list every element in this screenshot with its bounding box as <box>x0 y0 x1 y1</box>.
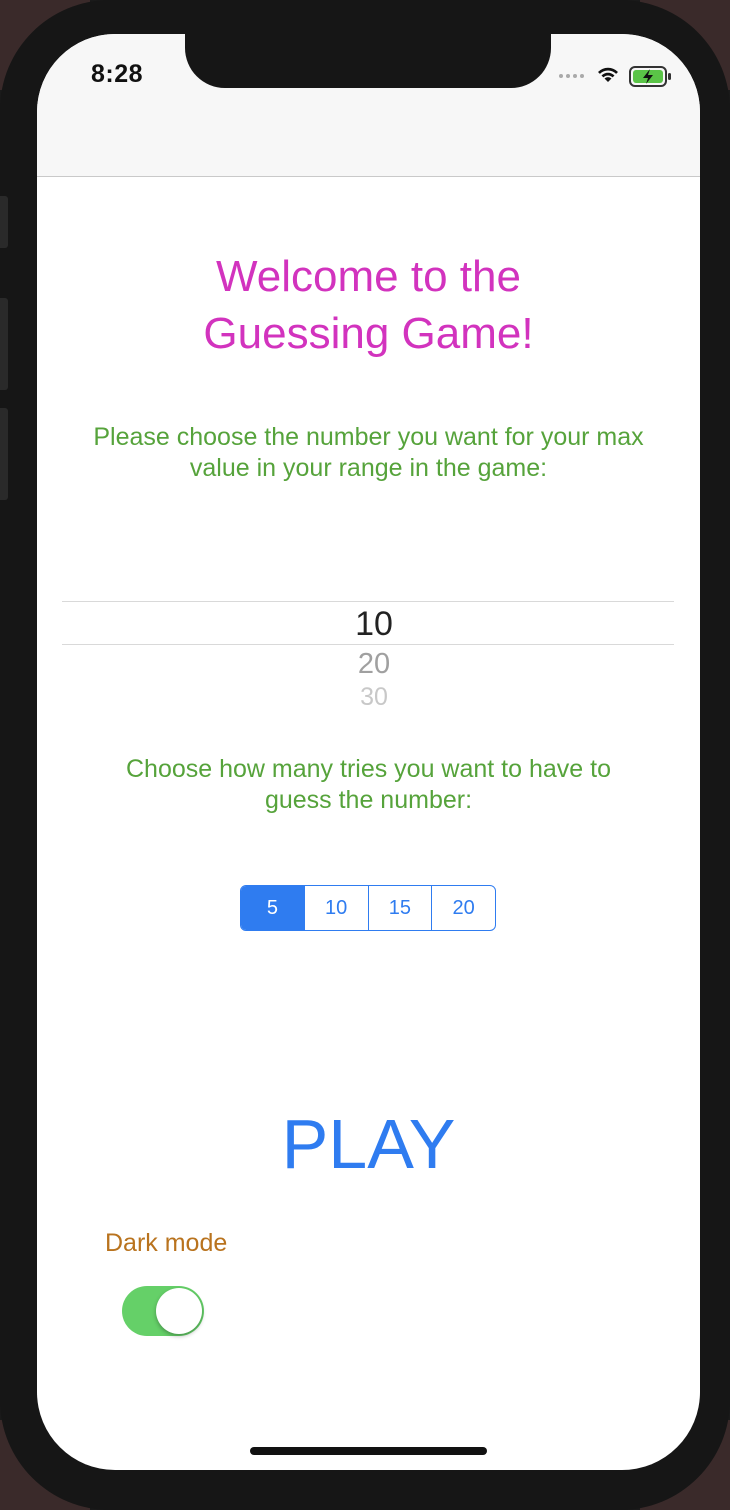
battery-charging-icon <box>629 66 671 87</box>
picker-selection-top-line <box>62 601 674 602</box>
tries-option-15[interactable]: 15 <box>367 886 432 930</box>
home-indicator <box>250 1447 487 1455</box>
dark-mode-label: Dark mode <box>105 1229 228 1257</box>
range-prompt: Please choose the number you want for yo… <box>93 423 644 482</box>
tries-option-5[interactable]: 5 <box>241 886 304 930</box>
status-time: 8:28 <box>91 60 144 88</box>
device-frame: 8:28 Welcome to the Guessing Game! Pleas… <box>0 0 730 1510</box>
tries-option-20[interactable]: 20 <box>431 886 495 930</box>
welcome-title: Welcome to the Guessing Game! <box>203 252 534 358</box>
toggle-knob <box>156 1288 202 1334</box>
notch <box>185 34 551 88</box>
max-value-picker[interactable]: 10 20 30 <box>62 601 674 721</box>
play-button[interactable]: PLAY <box>37 1104 700 1184</box>
volume-down-button <box>0 408 8 500</box>
mute-switch <box>0 196 8 248</box>
tries-option-10[interactable]: 10 <box>303 886 368 930</box>
tries-prompt: Choose how many tries you want to have t… <box>126 755 611 814</box>
picker-item[interactable]: 30 <box>62 683 686 709</box>
tries-segmented-control[interactable]: 5 10 15 20 <box>240 885 496 931</box>
dark-mode-toggle[interactable] <box>122 1286 204 1336</box>
picker-selection-bottom-line <box>62 644 674 645</box>
picker-item-selected[interactable]: 10 <box>62 605 686 644</box>
cellular-signal-icon <box>559 74 584 78</box>
wifi-icon <box>598 67 618 82</box>
volume-up-button <box>0 298 8 390</box>
picker-item[interactable]: 20 <box>62 648 686 681</box>
screen: 8:28 Welcome to the Guessing Game! Pleas… <box>37 34 700 1470</box>
